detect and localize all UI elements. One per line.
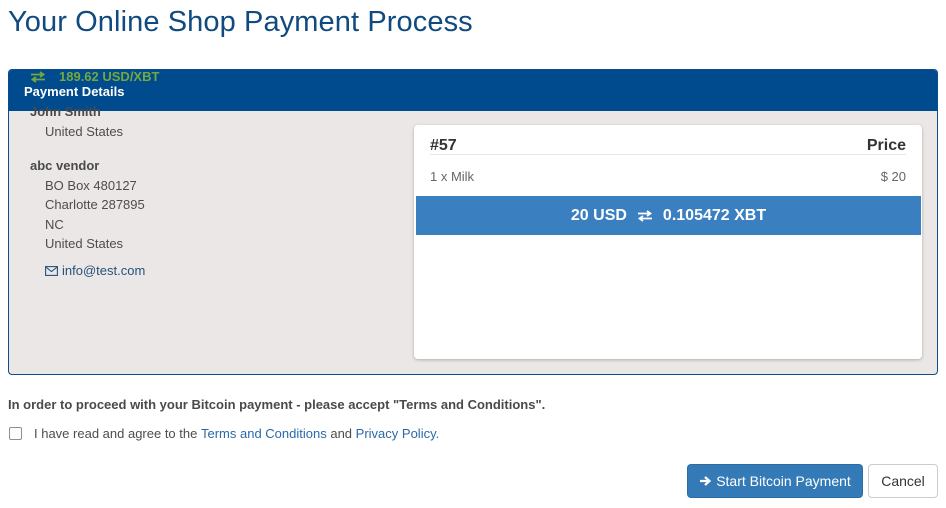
start-payment-button[interactable]: Start Bitcoin Payment bbox=[687, 464, 863, 498]
buyer-country: United States bbox=[45, 124, 124, 139]
swap-arrows-icon bbox=[637, 209, 652, 222]
envelope-icon bbox=[45, 265, 58, 276]
order-summary-card: #57 Price 1 x Milk $ 20 20 USD 0.105472 … bbox=[414, 125, 922, 359]
start-payment-label: Start Bitcoin Payment bbox=[716, 473, 851, 489]
arrow-right-icon bbox=[700, 476, 712, 486]
terms-link[interactable]: Terms and Conditions bbox=[201, 426, 327, 441]
price-header: Price bbox=[866, 137, 906, 154]
privacy-link[interactable]: Privacy Policy. bbox=[356, 426, 440, 441]
cancel-button[interactable]: Cancel bbox=[868, 464, 938, 498]
vendor-address-line: United States bbox=[45, 236, 124, 251]
vendor-name: abc vendor bbox=[30, 158, 100, 173]
swap-arrows-icon bbox=[30, 70, 46, 83]
order-header: #57 Price bbox=[430, 125, 906, 155]
vendor-address-line: NC bbox=[45, 217, 64, 232]
exchange-rate-value: 189.62 USD/XBT bbox=[59, 69, 160, 84]
order-id: #57 bbox=[430, 137, 457, 154]
and-text: and bbox=[330, 426, 353, 441]
total-usd: 20 USD bbox=[570, 206, 627, 224]
terms-notice: In order to proceed with your Bitcoin pa… bbox=[8, 397, 546, 412]
total-xbt: 0.105472 XBT bbox=[662, 206, 767, 224]
terms-checkbox[interactable] bbox=[9, 427, 22, 440]
page-title: Your Online Shop Payment Process bbox=[8, 6, 473, 38]
vendor-email-link[interactable]: info@test.com bbox=[45, 263, 145, 278]
agree-text: I have read and agree to the bbox=[34, 426, 198, 441]
exchange-rate: 189.62 USD/XBT bbox=[30, 69, 159, 84]
vendor-email[interactable]: info@test.com bbox=[62, 263, 145, 278]
order-item-name: 1 x Milk bbox=[430, 169, 475, 184]
terms-agreement: I have read and agree to the Terms and C… bbox=[9, 426, 439, 441]
vendor-address-line: BO Box 480127 bbox=[45, 178, 137, 193]
order-item-price: $ 20 bbox=[880, 169, 906, 184]
vendor-address-line: Charlotte 287895 bbox=[45, 197, 145, 212]
buyer-name: John Smith bbox=[30, 104, 101, 119]
order-total-bar: 20 USD 0.105472 XBT bbox=[416, 196, 921, 235]
